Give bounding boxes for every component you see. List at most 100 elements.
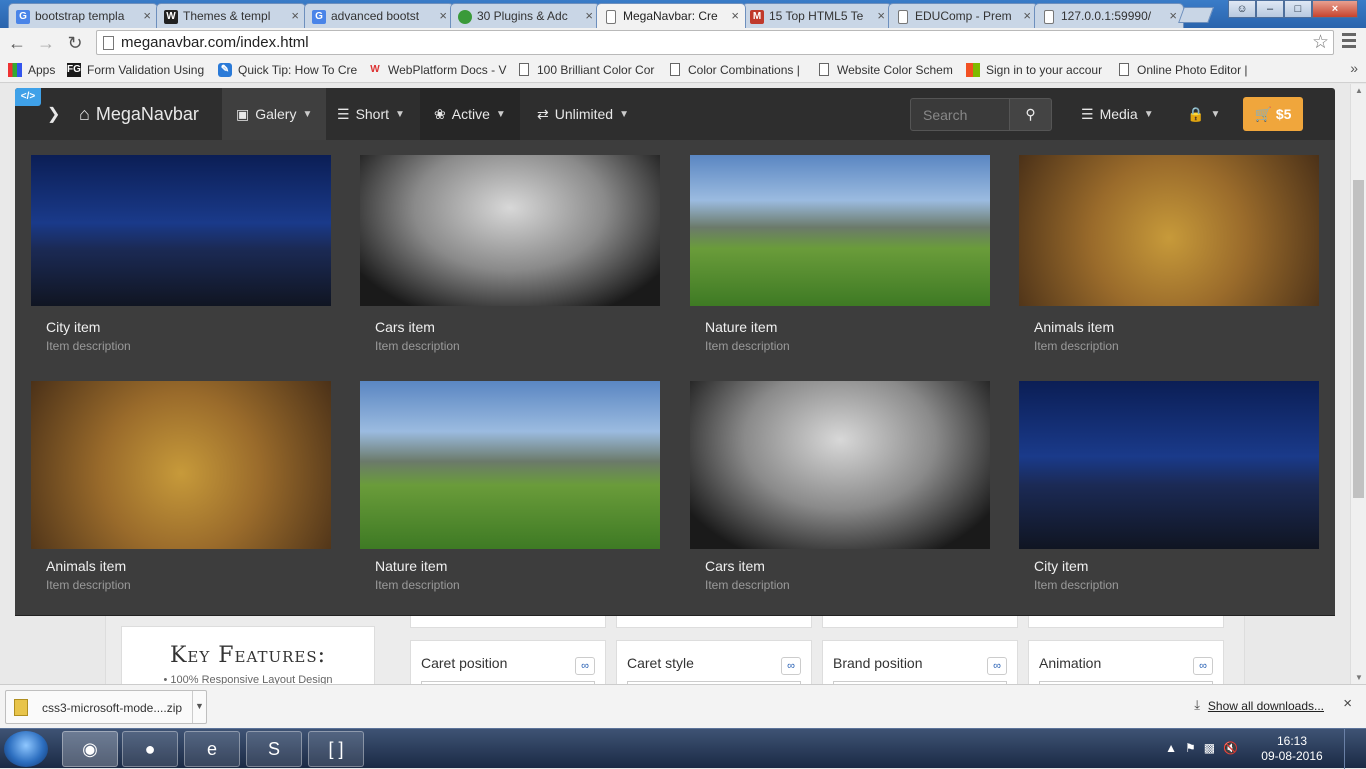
gallery-item[interactable]: Cars item Item description [360, 155, 660, 353]
link-icon[interactable]: ∞ [987, 657, 1007, 675]
nav-item-active[interactable]: ❀ Active ▼ [420, 88, 520, 140]
gallery-item[interactable]: Nature item Item description [690, 155, 990, 353]
shuffle-icon: ⇄ [537, 105, 549, 122]
gallery-item[interactable]: City item Item description [31, 155, 331, 353]
browser-tab[interactable]: 127.0.0.1:59990/ × [1034, 3, 1184, 28]
tray-icons[interactable]: ▲⚑▩🔇 [1165, 741, 1246, 755]
browser-tab[interactable]: G advanced bootst × [304, 3, 454, 28]
page-scrollbar[interactable]: ▲ ▼ [1350, 84, 1366, 684]
browser-tab[interactable]: W Themes & templ × [156, 3, 306, 28]
nav-item-short[interactable]: ☰ Short ▼ [323, 88, 419, 140]
chevron-down-icon[interactable]: ▼ [192, 691, 206, 723]
brackets-taskbar-icon[interactable]: [ ] [308, 731, 364, 767]
gallery-image-city[interactable] [31, 155, 331, 306]
back-arrow-icon[interactable]: ← [6, 32, 28, 54]
reload-icon[interactable]: ↻ [64, 32, 86, 54]
gallery-item[interactable]: Animals item Item description [31, 381, 331, 592]
gallery-image-hawk[interactable] [31, 381, 331, 549]
gallery-image-nature[interactable] [690, 155, 990, 306]
nav-item-media[interactable]: ☰ Media ▼ [1067, 88, 1168, 140]
minimize-button[interactable]: – [1256, 0, 1284, 18]
navbar-brand[interactable]: ⌂ MegaNavbar [65, 88, 213, 140]
gallery-item-title[interactable]: Cars item [375, 319, 435, 335]
more-bookmarks-icon[interactable]: » [1350, 60, 1358, 76]
new-tab-button[interactable] [1178, 7, 1214, 23]
close-tab-icon[interactable]: × [143, 8, 151, 23]
nav-label: Unlimited [554, 106, 614, 122]
bookmark-item[interactable]: Online Photo Editor | [1117, 63, 1257, 77]
show-desktop-button[interactable] [1344, 729, 1358, 769]
link-icon[interactable]: ∞ [781, 657, 801, 675]
bookmark-item[interactable]: W WebPlatform Docs - V [368, 63, 508, 77]
gallery-item-title[interactable]: Nature item [375, 558, 447, 574]
leaf-icon [458, 10, 472, 24]
close-tab-icon[interactable]: × [877, 8, 885, 23]
bookmark-item[interactable]: Color Combinations | [668, 63, 808, 77]
maximize-button[interactable]: □ [1284, 0, 1312, 18]
close-tab-icon[interactable]: × [1169, 8, 1177, 23]
browser-tab[interactable]: G bootstrap templa × [8, 3, 158, 28]
download-filename: css3-microsoft-mode....zip [42, 701, 183, 715]
gallery-item[interactable]: City item Item description [1019, 381, 1319, 592]
chrome-taskbar-icon[interactable]: ◉ [62, 731, 118, 767]
skype-taskbar-icon[interactable]: S [246, 731, 302, 767]
start-button[interactable] [4, 731, 48, 767]
gallery-item-title[interactable]: Animals item [46, 558, 126, 574]
link-icon[interactable]: ∞ [1193, 657, 1213, 675]
gallery-item[interactable]: Cars item Item description [690, 381, 990, 592]
gallery-image-nature[interactable] [360, 381, 660, 549]
close-icon[interactable]: × [1343, 695, 1352, 712]
bookmark-item[interactable]: Website Color Schem [817, 63, 957, 77]
bookmark-star-icon[interactable]: ☆ [1312, 31, 1329, 54]
clock[interactable]: 16:13 09-08-2016 [1252, 734, 1332, 764]
download-item[interactable]: css3-microsoft-mode....zip ▼ [5, 690, 207, 724]
galery-dropdown: City item Item description Cars item Ite… [15, 140, 1335, 616]
firefox-taskbar-icon[interactable]: ● [122, 731, 178, 767]
close-window-button[interactable]: × [1312, 0, 1358, 18]
gallery-image-hawk[interactable] [1019, 155, 1319, 306]
bookmark-apps[interactable]: Apps [8, 63, 55, 77]
gallery-item-title[interactable]: City item [46, 319, 100, 335]
scrollbar-thumb[interactable] [1353, 180, 1364, 498]
nav-item-galery[interactable]: ▣ Galery ▼ [222, 88, 327, 140]
gallery-item-title[interactable]: City item [1034, 558, 1088, 574]
scroll-down-icon[interactable]: ▼ [1355, 673, 1363, 682]
search-input[interactable]: Search [910, 98, 1010, 131]
nav-item-unlimited[interactable]: ⇄ Unlimited ▼ [523, 88, 643, 140]
image-icon: ▣ [236, 105, 250, 122]
gallery-image-car[interactable] [360, 155, 660, 306]
link-icon[interactable]: ∞ [575, 657, 595, 675]
browser-tab[interactable]: EDUComp - Prem × [888, 3, 1038, 28]
gallery-item[interactable]: Nature item Item description [360, 381, 660, 592]
gallery-item-title[interactable]: Animals item [1034, 319, 1114, 335]
close-tab-icon[interactable]: × [291, 8, 299, 23]
close-tab-icon[interactable]: × [585, 8, 593, 23]
bookmark-item[interactable]: FG Form Validation Using [67, 63, 207, 77]
browser-tab-active[interactable]: MegaNavbar: Cre × [596, 3, 746, 28]
scroll-up-icon[interactable]: ▲ [1355, 86, 1363, 95]
chrome-menu-icon[interactable] [1342, 33, 1356, 51]
gallery-item-description: Item description [1034, 339, 1119, 353]
close-tab-icon[interactable]: × [439, 8, 447, 23]
address-bar[interactable]: meganavbar.com/index.html ☆ [96, 30, 1334, 55]
user-icon[interactable]: ☺ [1228, 0, 1256, 18]
forward-arrow-icon[interactable]: → [35, 32, 57, 54]
browser-tab[interactable]: M 15 Top HTML5 Te × [742, 3, 892, 28]
browser-tab[interactable]: 30 Plugins & Adc × [450, 3, 600, 28]
bookmark-item[interactable]: ✎ Quick Tip: How To Cre [218, 63, 358, 77]
webplatform-logo-icon: W [370, 64, 380, 75]
search-icon[interactable]: ⚲ [1009, 98, 1052, 131]
gallery-item-title[interactable]: Nature item [705, 319, 777, 335]
gallery-image-car[interactable] [690, 381, 990, 549]
close-tab-icon[interactable]: × [731, 8, 739, 23]
bookmark-item[interactable]: 100 Brilliant Color Cor [517, 63, 657, 77]
internet-explorer-taskbar-icon[interactable]: e [184, 731, 240, 767]
gallery-item-title[interactable]: Cars item [705, 558, 765, 574]
bookmark-item[interactable]: Sign in to your accour [966, 63, 1106, 77]
gallery-image-city[interactable] [1019, 381, 1319, 549]
nav-item-lock[interactable]: 🔒 ▼ [1173, 88, 1234, 140]
show-all-downloads-link[interactable]: Show all downloads... [1208, 699, 1324, 713]
gallery-item[interactable]: Animals item Item description [1019, 155, 1319, 353]
cart-button[interactable]: 🛒 $5 [1243, 97, 1303, 131]
close-tab-icon[interactable]: × [1023, 8, 1031, 23]
